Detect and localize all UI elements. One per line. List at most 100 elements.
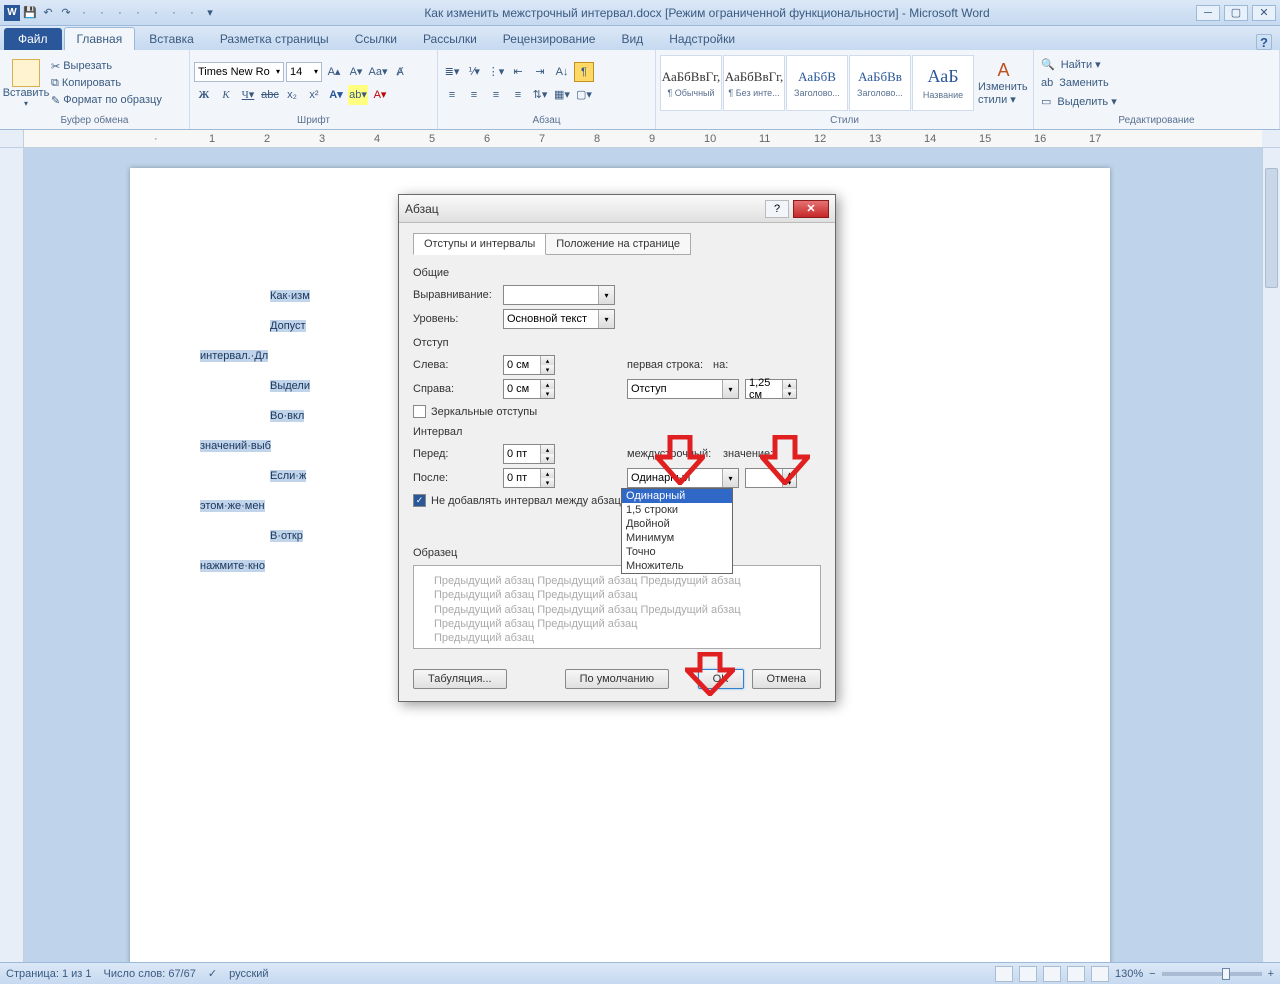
- dropdown-option[interactable]: Множитель: [622, 559, 732, 573]
- style-normal[interactable]: АаБбВвГг,¶ Обычный: [660, 55, 722, 111]
- status-proofing-icon[interactable]: ✓: [208, 967, 217, 980]
- view-web-icon[interactable]: [1043, 966, 1061, 982]
- superscript-button[interactable]: x²: [304, 85, 324, 105]
- dropdown-option[interactable]: Двойной: [622, 517, 732, 531]
- alignment-combo[interactable]: ▾: [503, 285, 615, 305]
- first-line-combo[interactable]: Отступ▾: [627, 379, 739, 399]
- view-outline-icon[interactable]: [1067, 966, 1085, 982]
- subscript-button[interactable]: x₂: [282, 85, 302, 105]
- qat-icon[interactable]: ·: [148, 5, 164, 21]
- font-size-combo[interactable]: 14▾: [286, 62, 322, 82]
- bullets-icon[interactable]: ≣▾: [442, 62, 462, 82]
- change-case-icon[interactable]: Aa▾: [368, 62, 388, 82]
- italic-button[interactable]: К: [216, 85, 236, 105]
- sort-icon[interactable]: A↓: [552, 62, 572, 82]
- qat-icon[interactable]: ·: [166, 5, 182, 21]
- zoom-level[interactable]: 130%: [1115, 968, 1143, 980]
- tabs-button[interactable]: Табуляция...: [413, 669, 507, 689]
- scrollbar-thumb[interactable]: [1265, 168, 1278, 288]
- qat-icon[interactable]: ·: [130, 5, 146, 21]
- qat-icon[interactable]: ·: [112, 5, 128, 21]
- view-print-layout-icon[interactable]: [995, 966, 1013, 982]
- tab-layout[interactable]: Разметка страницы: [208, 28, 341, 50]
- text-effects-icon[interactable]: A▾: [326, 85, 346, 105]
- status-page[interactable]: Страница: 1 из 1: [6, 968, 92, 980]
- zoom-slider[interactable]: [1162, 972, 1262, 976]
- dropdown-option[interactable]: Минимум: [622, 531, 732, 545]
- font-color-icon[interactable]: A▾: [370, 85, 390, 105]
- styles-gallery[interactable]: АаБбВвГг,¶ Обычный АаБбВвГг,¶ Без инте..…: [660, 55, 975, 111]
- strike-button[interactable]: abc: [260, 85, 280, 105]
- file-tab[interactable]: Файл: [4, 28, 62, 50]
- style-nospacing[interactable]: АаБбВвГг,¶ Без инте...: [723, 55, 785, 111]
- bold-button[interactable]: Ж: [194, 85, 214, 105]
- line-spacing-icon[interactable]: ⇅▾: [530, 85, 550, 105]
- indent-right-spin[interactable]: 0 см▴▾: [503, 379, 555, 399]
- undo-icon[interactable]: ↶: [40, 5, 56, 21]
- dropdown-option[interactable]: Одинарный: [622, 489, 732, 503]
- status-language[interactable]: русский: [229, 968, 268, 980]
- change-styles-button[interactable]: A Изменить стили ▾: [978, 55, 1029, 111]
- highlight-icon[interactable]: ab▾: [348, 85, 368, 105]
- save-icon[interactable]: 💾: [22, 5, 38, 21]
- vertical-scrollbar[interactable]: [1262, 148, 1280, 962]
- align-left-icon[interactable]: ≡: [442, 85, 462, 105]
- line-spacing-dropdown[interactable]: Одинарный 1,5 строки Двойной Минимум Точ…: [621, 488, 733, 574]
- horizontal-ruler[interactable]: ·1234567891011121314151617: [0, 130, 1280, 148]
- cancel-button[interactable]: Отмена: [752, 669, 821, 689]
- dialog-tab-position[interactable]: Положение на странице: [545, 233, 691, 255]
- show-marks-button[interactable]: ¶: [574, 62, 594, 82]
- dropdown-option[interactable]: Точно: [622, 545, 732, 559]
- outdent-icon[interactable]: ⇤: [508, 62, 528, 82]
- view-fullscreen-icon[interactable]: [1019, 966, 1037, 982]
- shading-icon[interactable]: ▦▾: [552, 85, 572, 105]
- tab-references[interactable]: Ссылки: [343, 28, 409, 50]
- style-heading2[interactable]: АаБбВвЗаголово...: [849, 55, 911, 111]
- view-draft-icon[interactable]: [1091, 966, 1109, 982]
- spacing-before-spin[interactable]: 0 пт▴▾: [503, 444, 555, 464]
- status-wordcount[interactable]: Число слов: 67/67: [104, 968, 196, 980]
- qat-icon[interactable]: ·: [76, 5, 92, 21]
- close-button[interactable]: ✕: [1252, 5, 1276, 21]
- zoom-out-button[interactable]: −: [1149, 968, 1155, 980]
- qat-icon[interactable]: ·: [184, 5, 200, 21]
- paste-button[interactable]: Вставить ▾: [4, 57, 48, 110]
- justify-icon[interactable]: ≡: [508, 85, 528, 105]
- dialog-close-button[interactable]: ✕: [793, 200, 829, 218]
- default-button[interactable]: По умолчанию: [565, 669, 669, 689]
- dialog-tab-indents[interactable]: Отступы и интервалы: [413, 233, 546, 255]
- maximize-button[interactable]: ▢: [1224, 5, 1248, 21]
- qat-dropdown-icon[interactable]: ▾: [202, 5, 218, 21]
- style-heading1[interactable]: АаБбВЗаголово...: [786, 55, 848, 111]
- mirror-indents-checkbox[interactable]: Зеркальные отступы: [413, 405, 821, 418]
- help-icon[interactable]: ?: [1256, 34, 1272, 50]
- font-name-combo[interactable]: Times New Ro▾: [194, 62, 284, 82]
- copy-button[interactable]: ⧉ Копировать: [51, 75, 162, 91]
- grow-font-icon[interactable]: A▴: [324, 62, 344, 82]
- tab-mailings[interactable]: Рассылки: [411, 28, 489, 50]
- tab-view[interactable]: Вид: [609, 28, 655, 50]
- spacing-after-spin[interactable]: 0 пт▴▾: [503, 468, 555, 488]
- tab-addins[interactable]: Надстройки: [657, 28, 747, 50]
- tab-review[interactable]: Рецензирование: [491, 28, 608, 50]
- shrink-font-icon[interactable]: A▾: [346, 62, 366, 82]
- dialog-help-button[interactable]: ?: [765, 200, 789, 218]
- indent-left-spin[interactable]: 0 см▴▾: [503, 355, 555, 375]
- align-center-icon[interactable]: ≡: [464, 85, 484, 105]
- minimize-button[interactable]: ─: [1196, 5, 1220, 21]
- replace-button[interactable]: ab Заменить: [1038, 75, 1123, 91]
- redo-icon[interactable]: ↷: [58, 5, 74, 21]
- outline-level-combo[interactable]: Основной текст▾: [503, 309, 615, 329]
- underline-button[interactable]: Ч▾: [238, 85, 258, 105]
- cut-button[interactable]: ✂ Вырезать: [51, 58, 162, 74]
- clear-format-icon[interactable]: Ⱥ: [390, 62, 410, 82]
- tab-insert[interactable]: Вставка: [137, 28, 206, 50]
- first-line-by-spin[interactable]: 1,25 см▴▾: [745, 379, 797, 399]
- vertical-ruler[interactable]: [0, 148, 24, 962]
- numbering-icon[interactable]: ⅟▾: [464, 62, 484, 82]
- find-button[interactable]: 🔍 Найти ▾: [1038, 56, 1123, 73]
- format-painter-button[interactable]: ✎ Формат по образцу: [51, 92, 162, 108]
- multilevel-icon[interactable]: ⋮▾: [486, 62, 506, 82]
- select-button[interactable]: ▭ Выделить ▾: [1038, 93, 1123, 110]
- no-add-space-checkbox[interactable]: ✓Не добавлять интервал между абзацам: [413, 494, 821, 507]
